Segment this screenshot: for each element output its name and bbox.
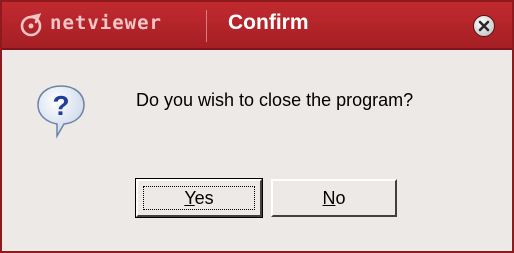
title-separator [206,10,207,42]
title-bar[interactable]: netviewer Confirm [2,2,512,50]
netviewer-logo-icon [20,13,42,37]
yes-button[interactable]: Yes [135,178,263,218]
dialog-message: Do you wish to close the program? [136,90,414,110]
svg-text:?: ? [52,90,69,121]
dialog-title: Confirm [228,11,309,34]
yes-label-rest: es [194,187,214,208]
yes-button-label: Yes [184,188,213,209]
brand-name: netviewer [50,12,162,34]
no-button-label: No [322,188,345,209]
no-mnemonic: N [322,187,336,208]
no-label-rest: o [335,187,346,208]
no-button[interactable]: No [271,179,397,217]
confirm-dialog: netviewer Confirm ? Do you wish to close… [0,0,514,253]
close-icon[interactable] [472,14,496,38]
yes-mnemonic: Y [184,187,195,208]
question-icon: ? [37,85,85,139]
